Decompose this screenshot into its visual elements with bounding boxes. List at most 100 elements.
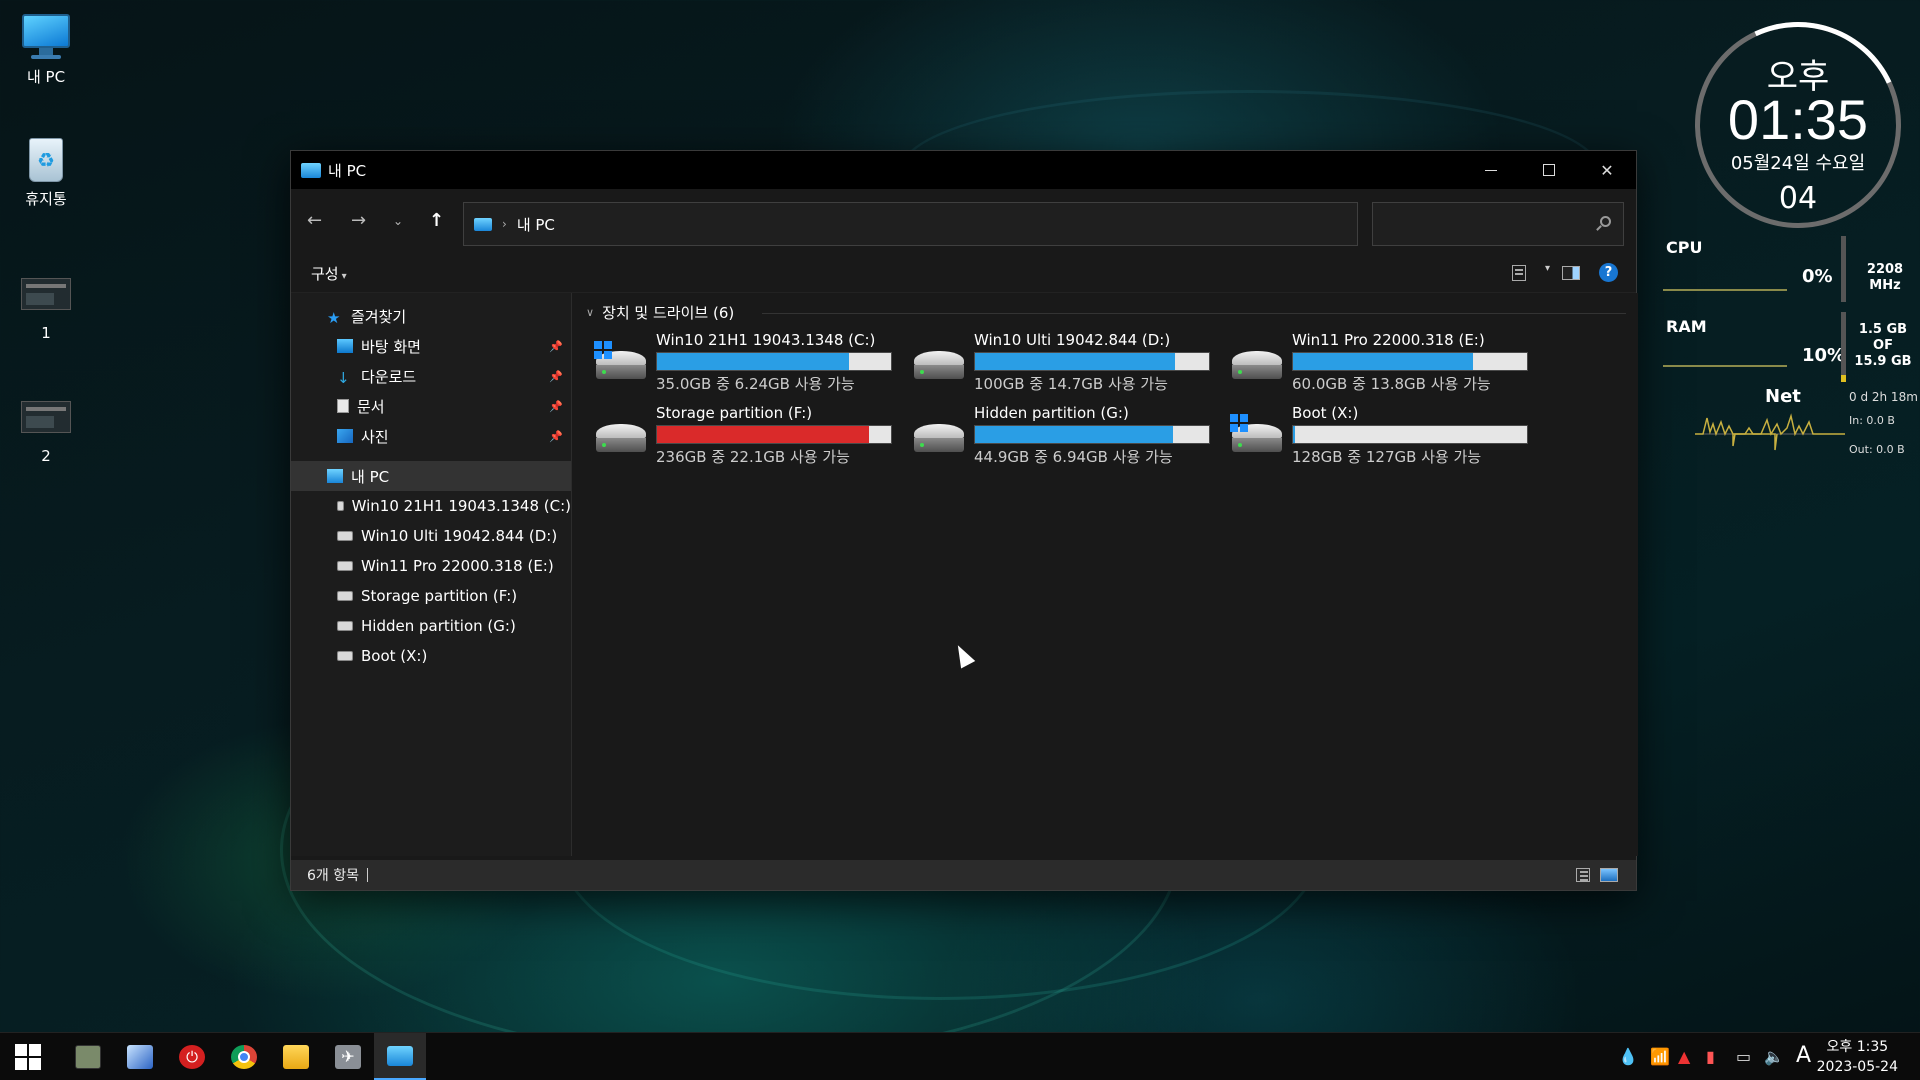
close-button[interactable]: ✕	[1578, 151, 1636, 189]
drive-tile[interactable]: Win11 Pro 22000.318 (E:) 60.0GB 중 13.8GB …	[1230, 331, 1540, 397]
nav-item-drive-e[interactable]: Win11 Pro 22000.318 (E:)	[291, 551, 571, 581]
nav-item-drive-c[interactable]: Win10 21H1 19043.1348 (C:)	[291, 491, 571, 521]
drive-usage-bar	[1292, 352, 1528, 371]
view-options-caret-icon[interactable]: ▾	[1545, 263, 1550, 274]
nav-label: 내 PC	[351, 467, 390, 486]
desktop-icon-1[interactable]: 1	[6, 270, 86, 342]
back-arrow-icon[interactable]: ←	[307, 212, 322, 230]
network-icon[interactable]: 📶	[1650, 1047, 1670, 1066]
drive-icon	[337, 531, 353, 541]
pin-icon[interactable]: 📌	[549, 430, 563, 443]
ime-indicator[interactable]: A	[1796, 1043, 1811, 1068]
recycle-bin-icon	[19, 134, 73, 182]
drive-free-space: 35.0GB 중 6.24GB 사용 가능	[656, 375, 855, 393]
nav-label: 사진	[361, 427, 389, 446]
drive-usage-bar	[974, 425, 1210, 444]
drive-name: Win10 21H1 19043.1348 (C:)	[656, 331, 876, 349]
search-icon[interactable]	[1600, 216, 1611, 227]
ram-total: 15.9 GB	[1854, 354, 1912, 369]
this-pc-icon	[301, 162, 321, 178]
pin-icon[interactable]: 📌	[549, 400, 563, 413]
search-input[interactable]	[1372, 202, 1624, 246]
nav-item-downloads[interactable]: ↓ 다운로드 📌	[291, 361, 571, 391]
drive-icon	[337, 591, 353, 601]
desktop-icon-label: 내 PC	[26, 68, 66, 86]
drive-usage-fill	[657, 353, 849, 370]
start-button[interactable]	[2, 1033, 54, 1080]
taskbar-this-pc[interactable]	[374, 1033, 426, 1080]
help-icon[interactable]: ?	[1599, 263, 1618, 282]
breadcrumb-separator-icon[interactable]: ›	[502, 217, 507, 231]
nav-item-drive-f[interactable]: Storage partition (F:)	[291, 581, 571, 611]
chevron-down-icon: ∨	[586, 306, 595, 319]
title-bar[interactable]: 내 PC ✕	[291, 151, 1636, 189]
launcher-icon: ✈	[335, 1045, 361, 1069]
drive-tile[interactable]: Hidden partition (G:) 44.9GB 중 6.94GB 사용 …	[912, 404, 1222, 470]
drive-usage-fill	[1293, 353, 1474, 370]
nav-item-this-pc[interactable]: 내 PC	[291, 461, 571, 491]
details-view-icon[interactable]	[1576, 868, 1590, 882]
volume-icon[interactable]: 🔈	[1764, 1047, 1784, 1066]
nav-label: 즐겨찾기	[351, 307, 407, 326]
maximize-button[interactable]	[1520, 151, 1578, 189]
recent-locations-chevron-icon[interactable]: ⌄	[393, 213, 403, 229]
group-header-devices[interactable]: ∨ 장치 및 드라이브 (6)	[586, 302, 734, 323]
content-pane: ∨ 장치 및 드라이브 (6) Win10 21H1 19043.1348 (C…	[571, 293, 1638, 856]
nav-item-drive-d[interactable]: Win10 Ulti 19042.844 (D:)	[291, 521, 571, 551]
taskbar-launcher[interactable]: ✈	[322, 1033, 374, 1080]
drive-icon	[594, 422, 648, 456]
file-explorer-window: 내 PC ✕ ← → ⌄ ↑ › 내 PC 구성 ▾ ▾ ? ★ 즐겨찾기 바탕…	[290, 150, 1638, 891]
drive-tile[interactable]: Boot (X:) 128GB 중 127GB 사용 가능	[1230, 404, 1540, 470]
nav-item-pictures[interactable]: 사진 📌	[291, 421, 571, 451]
desktop-icon-this-pc[interactable]: 내 PC	[6, 12, 86, 87]
nav-item-documents[interactable]: 문서 📌	[291, 391, 571, 421]
taskbar-system-tool[interactable]	[114, 1033, 166, 1080]
address-bar[interactable]: › 내 PC	[463, 202, 1358, 246]
battery-icon[interactable]: ▭	[1736, 1047, 1751, 1066]
net-uptime: 0 d 2h 18m	[1849, 390, 1918, 404]
tray-app-icon[interactable]: ▲	[1678, 1047, 1690, 1066]
net-in: In: 0.0 B	[1849, 414, 1895, 427]
taskbar-file-explorer[interactable]	[270, 1033, 322, 1080]
desktop-icon-label: 2	[41, 447, 51, 465]
preview-pane-icon[interactable]	[1562, 266, 1580, 280]
nav-item-desktop[interactable]: 바탕 화면 📌	[291, 331, 571, 361]
organize-menu-button[interactable]: 구성 ▾	[311, 263, 347, 284]
status-bar: 6개 항목	[291, 860, 1636, 890]
navigation-bar: ← → ⌄ ↑ › 내 PC	[291, 189, 1636, 251]
water-drop-icon[interactable]: 💧	[1618, 1047, 1638, 1066]
ram-label: RAM	[1666, 317, 1707, 336]
taskbar-device-manager[interactable]	[62, 1033, 114, 1080]
change-view-icon[interactable]	[1512, 265, 1526, 281]
drive-icon	[912, 349, 966, 383]
nav-item-drive-x[interactable]: Boot (X:)	[291, 641, 571, 671]
drive-tile[interactable]: Win10 Ulti 19042.844 (D:) 100GB 중 14.7GB …	[912, 331, 1222, 397]
taskbar-chrome[interactable]	[218, 1033, 270, 1080]
windows-logo-icon	[1230, 414, 1248, 432]
ram-usage-bar	[1841, 312, 1846, 382]
taskbar-date: 2023-05-24	[1816, 1059, 1898, 1075]
drive-tile[interactable]: Win10 21H1 19043.1348 (C:) 35.0GB 중 6.24G…	[594, 331, 904, 397]
forward-arrow-icon[interactable]: →	[351, 212, 366, 230]
pin-icon[interactable]: 📌	[549, 340, 563, 353]
breadcrumb-this-pc[interactable]: 내 PC	[517, 214, 555, 235]
download-icon: ↓	[337, 369, 350, 387]
up-arrow-icon[interactable]: ↑	[429, 212, 444, 230]
desktop-icon-2[interactable]: 2	[6, 393, 86, 465]
drive-tile[interactable]: Storage partition (F:) 236GB 중 22.1GB 사용 …	[594, 404, 904, 470]
item-count: 6개 항목	[307, 868, 359, 884]
nav-item-drive-g[interactable]: Hidden partition (G:)	[291, 611, 571, 641]
desktop-icon-recycle-bin[interactable]: 휴지통	[6, 134, 86, 209]
cpu-graph-line	[1663, 289, 1787, 291]
tray-tool-icon[interactable]: ▮	[1706, 1047, 1715, 1066]
drive-usage-fill	[975, 426, 1173, 443]
drive-name: Win10 Ulti 19042.844 (D:)	[974, 331, 1171, 349]
desktop-icon-label: 휴지통	[25, 190, 67, 208]
taskbar-power[interactable]: ⏻	[166, 1033, 218, 1080]
taskbar-clock[interactable]: 오후 1:35 2023-05-24	[1817, 1037, 1898, 1077]
minimize-button[interactable]	[1462, 151, 1520, 189]
large-icons-view-icon[interactable]	[1600, 868, 1618, 882]
pin-icon[interactable]: 📌	[549, 370, 563, 383]
cpu-frequency: 2208 MHz	[1866, 262, 1904, 293]
nav-quick-access[interactable]: ★ 즐겨찾기	[291, 301, 571, 331]
